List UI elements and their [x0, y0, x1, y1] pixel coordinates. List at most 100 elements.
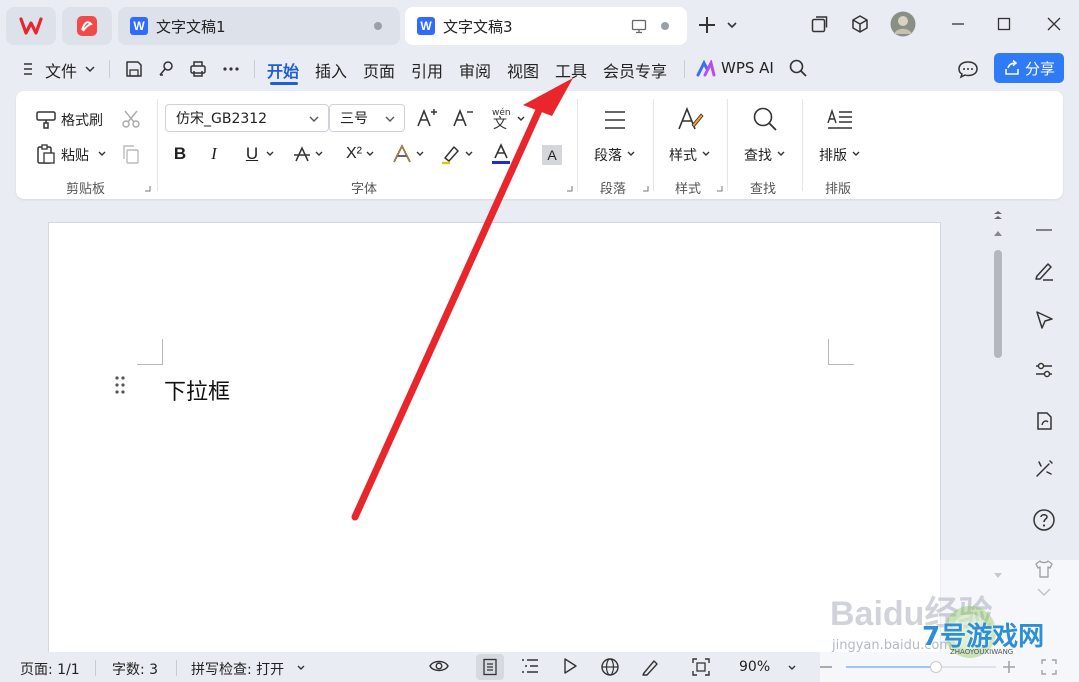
- font-name-select[interactable]: 仿宋_GB2312: [165, 104, 329, 132]
- print-icon[interactable]: [188, 59, 208, 79]
- scroll-thumb[interactable]: [994, 250, 1002, 358]
- help-icon[interactable]: [1030, 506, 1058, 534]
- close-icon[interactable]: [1042, 12, 1066, 36]
- format-painter-icon[interactable]: [35, 108, 57, 130]
- styles-icon[interactable]: [676, 105, 704, 133]
- cut-icon[interactable]: [120, 108, 142, 130]
- superscript-chevron-down-icon[interactable]: [365, 150, 375, 158]
- fullscreen-icon[interactable]: [1040, 658, 1058, 676]
- outline-view-icon[interactable]: [520, 657, 540, 675]
- paragraph-button[interactable]: 段落: [594, 145, 622, 165]
- share-button[interactable]: 分享: [994, 53, 1064, 83]
- copy-icon[interactable]: [120, 143, 142, 165]
- tab-page[interactable]: 页面: [363, 58, 395, 82]
- spell-check-chevron-down-icon[interactable]: [296, 664, 306, 672]
- vertical-scrollbar[interactable]: [992, 205, 1006, 585]
- text-effect-chevron-down-icon[interactable]: [415, 150, 425, 158]
- text-effect-icon[interactable]: [391, 143, 413, 165]
- font-launcher-icon[interactable]: [566, 185, 573, 192]
- paragraph-icon[interactable]: [602, 107, 628, 133]
- zoom-slider[interactable]: [846, 661, 996, 673]
- document-body-text[interactable]: 下拉框: [164, 374, 230, 406]
- char-shading-button[interactable]: A: [542, 145, 562, 165]
- scroll-up-icon[interactable]: [993, 229, 1003, 237]
- spell-check-status[interactable]: 拼写检查: 打开: [191, 659, 284, 679]
- tools-magic-icon[interactable]: [1030, 455, 1058, 483]
- tab-doc1[interactable]: W 文字文稿1: [118, 7, 400, 45]
- phonetic-guide-icon[interactable]: wén 文: [490, 105, 516, 131]
- underline-chevron-down-icon[interactable]: [265, 150, 275, 158]
- monitor-icon[interactable]: [631, 18, 647, 34]
- tab-review[interactable]: 审阅: [459, 58, 491, 82]
- expand-chevron-down-icon[interactable]: [1030, 578, 1058, 606]
- zoom-out-icon[interactable]: [818, 659, 834, 675]
- zoom-in-icon[interactable]: [1001, 659, 1017, 675]
- zoom-chevron-down-icon[interactable]: [787, 664, 797, 672]
- drag-handle-icon[interactable]: [114, 375, 126, 395]
- wps-home-button[interactable]: [6, 7, 56, 45]
- strikethrough-icon[interactable]: [292, 144, 312, 164]
- adjust-sliders-icon[interactable]: [1030, 356, 1058, 384]
- tab-list-chevron-icon[interactable]: [726, 20, 738, 30]
- superscript-button[interactable]: X²: [342, 143, 366, 165]
- paste-label[interactable]: 粘贴: [61, 145, 89, 165]
- italic-button[interactable]: I: [206, 144, 222, 164]
- tab-start[interactable]: 开始: [267, 58, 299, 82]
- scroll-top-icon[interactable]: [992, 209, 1004, 221]
- styles-chevron-down-icon[interactable]: [701, 150, 711, 158]
- layout-icon[interactable]: [826, 107, 854, 133]
- underline-button[interactable]: U: [244, 144, 260, 164]
- font-color-icon[interactable]: [490, 143, 512, 165]
- more-icon[interactable]: [221, 59, 241, 79]
- font-color-chevron-down-icon[interactable]: [515, 150, 525, 158]
- clipboard-launcher-icon[interactable]: [144, 185, 151, 192]
- pdf-app-button[interactable]: [62, 7, 112, 45]
- page-view-icon[interactable]: [476, 654, 504, 680]
- paragraph-chevron-down-icon[interactable]: [626, 150, 636, 158]
- word-count[interactable]: 字数: 3: [112, 659, 158, 679]
- smart-form-icon[interactable]: [1030, 407, 1058, 435]
- phonetic-chevron-down-icon[interactable]: [516, 115, 526, 123]
- menu-file[interactable]: 文件: [45, 58, 77, 82]
- fit-page-icon[interactable]: [691, 657, 711, 677]
- tab-references[interactable]: 引用: [411, 58, 443, 82]
- paste-chevron-down-icon[interactable]: [97, 150, 107, 158]
- tab-tools[interactable]: 工具: [555, 58, 587, 82]
- annotate-pen-icon[interactable]: [640, 657, 660, 677]
- minimize-icon[interactable]: [946, 12, 970, 36]
- web-view-globe-icon[interactable]: [600, 657, 620, 677]
- find-chevron-down-icon[interactable]: [776, 150, 786, 158]
- hamburger-icon[interactable]: [22, 61, 36, 77]
- file-chevron-down-icon[interactable]: [84, 64, 96, 74]
- layout-chevron-down-icon[interactable]: [851, 150, 861, 158]
- strikethrough-chevron-down-icon[interactable]: [314, 150, 324, 158]
- play-icon[interactable]: [561, 657, 579, 675]
- document-page[interactable]: [48, 222, 941, 662]
- grow-font-icon[interactable]: [416, 107, 440, 129]
- save-icon[interactable]: [124, 59, 144, 79]
- page-indicator[interactable]: 页面: 1/1: [20, 659, 80, 679]
- select-cursor-icon[interactable]: [1030, 306, 1058, 334]
- find-icon[interactable]: [751, 105, 779, 133]
- tab-view[interactable]: 视图: [507, 58, 539, 82]
- scroll-down-icon[interactable]: [993, 572, 1003, 580]
- chat-bubble-icon[interactable]: [957, 59, 979, 79]
- zoom-slider-knob[interactable]: [930, 661, 942, 673]
- bold-button[interactable]: B: [172, 144, 188, 164]
- tab-doc3[interactable]: W 文字文稿3: [405, 7, 687, 45]
- wps-ai-icon[interactable]: [696, 60, 716, 78]
- shrink-font-icon[interactable]: [452, 107, 476, 129]
- wps-ai-label[interactable]: WPS AI: [721, 59, 774, 77]
- paragraph-launcher-icon[interactable]: [642, 185, 649, 192]
- maximize-icon[interactable]: [992, 12, 1016, 36]
- new-tab-plus-icon[interactable]: [697, 15, 717, 35]
- avatar[interactable]: [889, 10, 917, 38]
- search-icon[interactable]: [788, 58, 808, 78]
- format-painter-label[interactable]: 格式刷: [61, 110, 103, 130]
- highlight-pen-icon[interactable]: [440, 143, 462, 165]
- window-switch-icon[interactable]: [808, 12, 832, 36]
- highlight-chevron-down-icon[interactable]: [464, 150, 474, 158]
- pen-edit-icon[interactable]: [1030, 257, 1058, 285]
- layout-button[interactable]: 排版: [819, 145, 847, 165]
- tab-member[interactable]: 会员专享: [603, 58, 667, 82]
